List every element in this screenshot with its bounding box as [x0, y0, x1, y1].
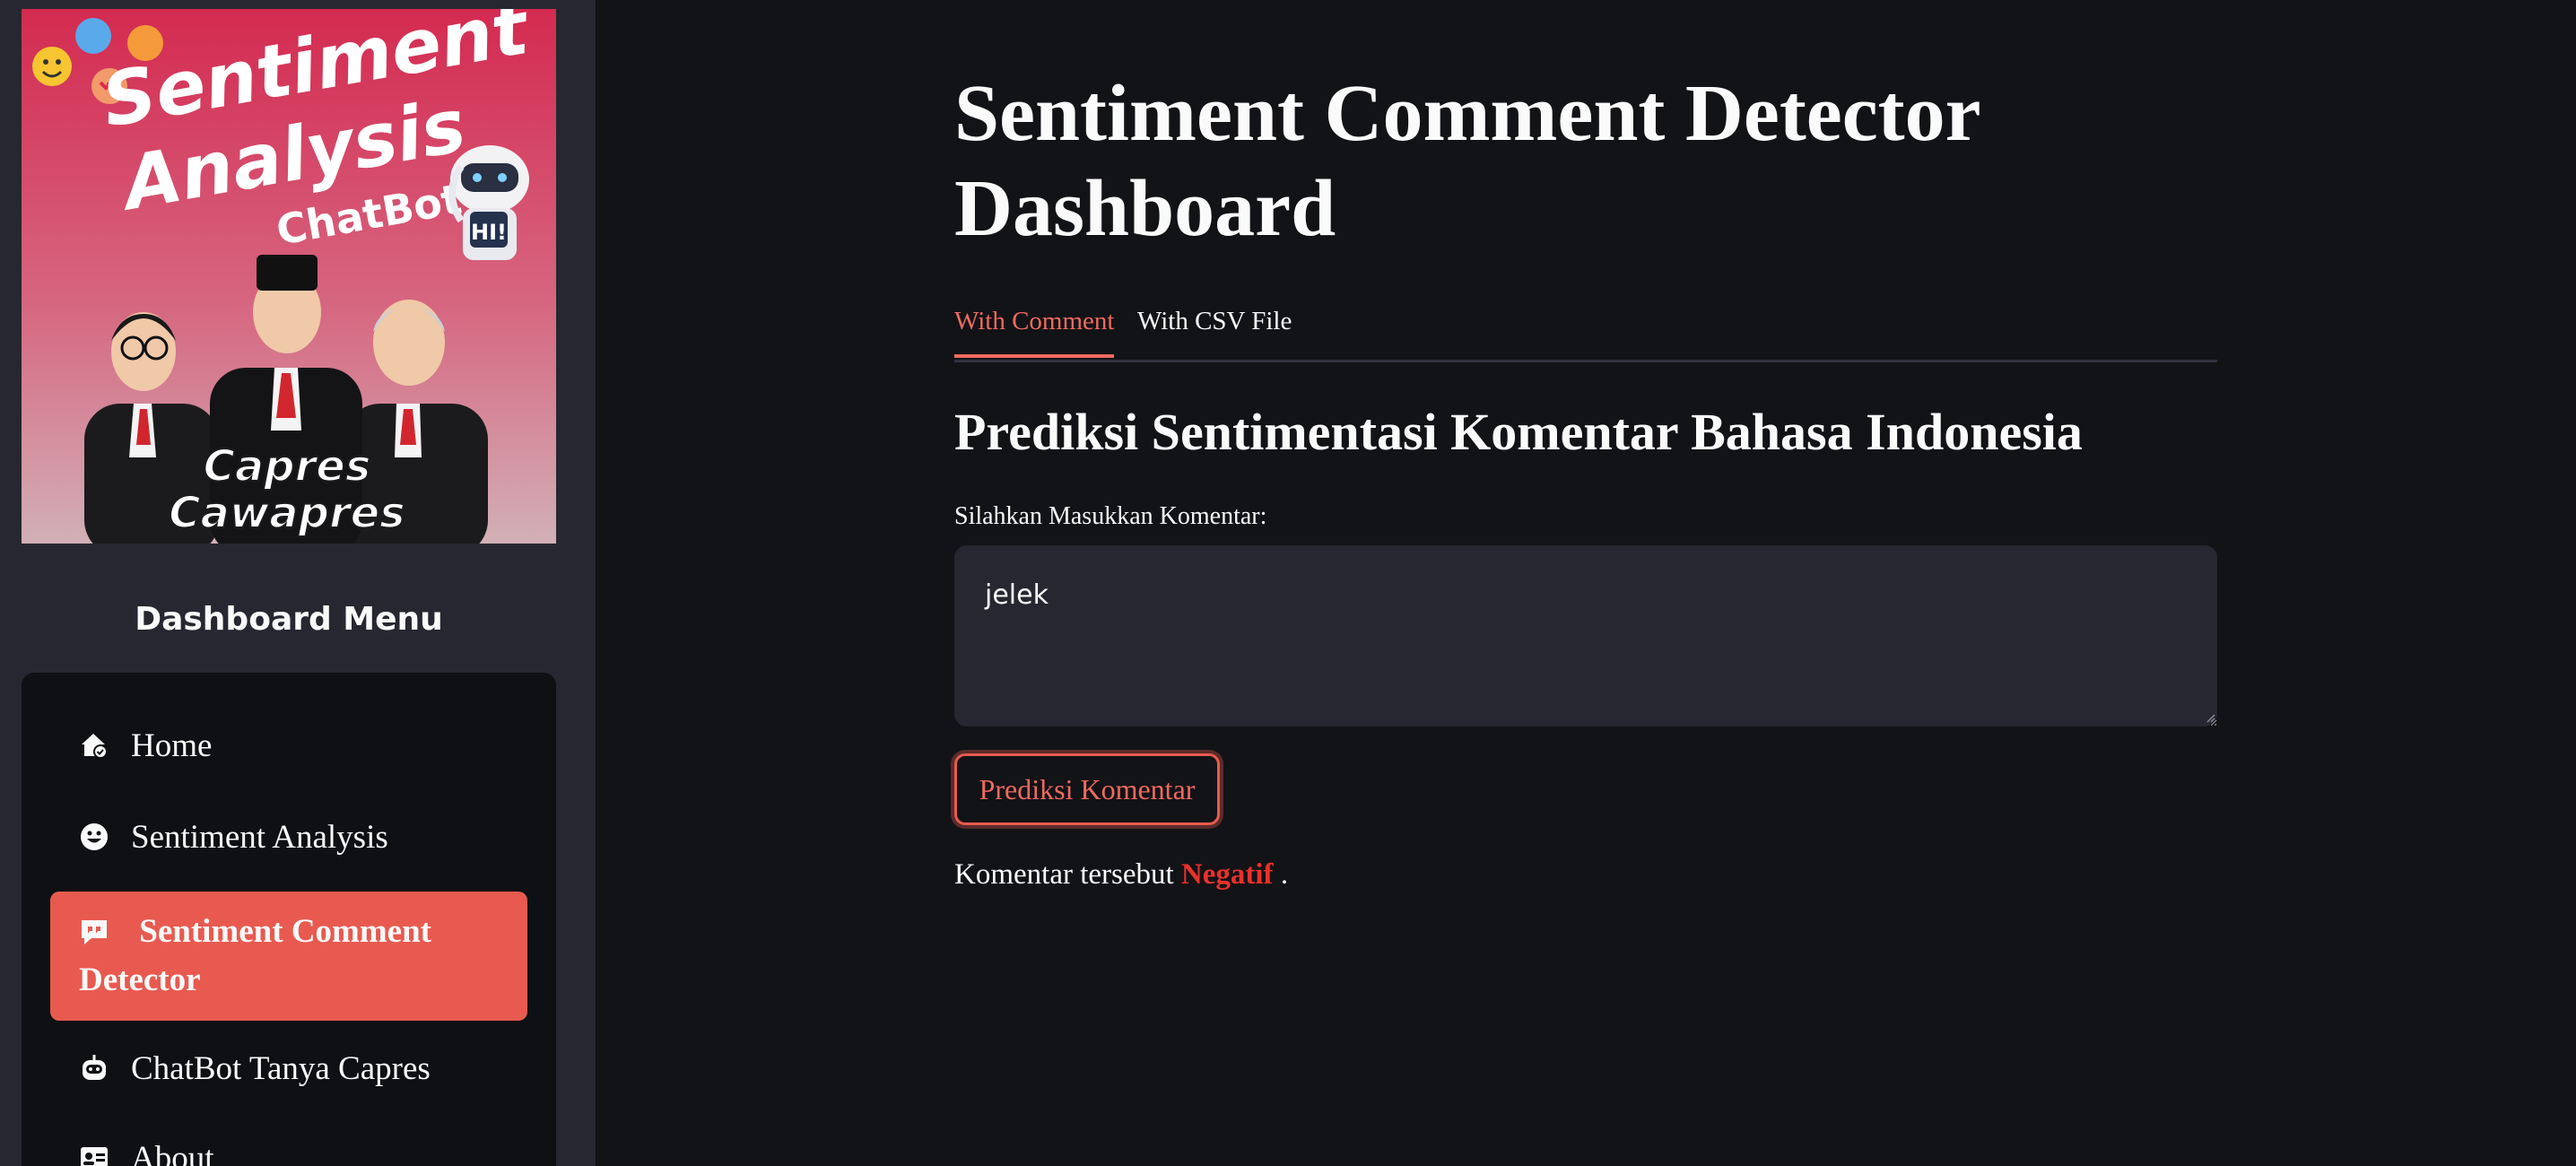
id-card-icon — [79, 1143, 109, 1166]
comment-quote-icon — [79, 917, 109, 947]
menu-item-sentiment-analysis[interactable]: Sentiment Analysis — [50, 807, 527, 866]
result-sentiment: Negatif — [1180, 858, 1274, 891]
robot-icon — [79, 1053, 109, 1083]
result-suffix: . — [1280, 858, 1289, 891]
comment-input[interactable]: jelek — [954, 545, 2217, 727]
smile-icon — [79, 822, 109, 852]
robot-hi-text: HI! — [471, 220, 507, 245]
dashboard-menu: Home Sentiment Analysis Sentiment Commen… — [22, 673, 556, 1166]
menu-item-sentiment-comment-detector[interactable]: Sentiment Comment Detector — [50, 892, 527, 1021]
menu-item-label: About — [131, 1139, 214, 1166]
prediction-result: Komentar tersebut Negatif . — [954, 858, 1288, 892]
resize-grip-icon[interactable] — [2205, 712, 2215, 723]
tab-bar: With Comment With CSV File — [954, 303, 2217, 362]
house-icon — [79, 730, 109, 761]
main-content: Sentiment Comment Detector Dashboard Wit… — [596, 0, 2576, 1166]
dashboard-menu-title: Dashboard Menu — [135, 601, 443, 638]
menu-item-about[interactable]: About — [50, 1128, 527, 1166]
menu-item-label: Home — [131, 727, 213, 764]
result-prefix: Komentar tersebut — [954, 858, 1174, 891]
page-title: Sentiment Comment Detector Dashboard — [954, 69, 1980, 253]
poster-caption-line1: Capres — [204, 441, 371, 492]
menu-item-label: Sentiment Analysis — [131, 818, 388, 856]
poster-caption-line2: Cawapres — [169, 488, 405, 538]
section-heading: Prediksi Sentimentasi Komentar Bahasa In… — [954, 403, 2083, 461]
tab-with-comment[interactable]: With Comment — [954, 307, 1115, 358]
sentiment-analysis-poster: Sentiment Analysis ChatBot HI! Capres Ca… — [22, 9, 556, 544]
menu-item-chatbot-tanya-capres[interactable]: ChatBot Tanya Capres — [50, 1039, 527, 1098]
tab-with-csv-file[interactable]: With CSV File — [1137, 307, 1292, 354]
sidebar: Sentiment Analysis ChatBot HI! Capres Ca… — [0, 0, 596, 1166]
menu-item-label: Sentiment Comment Detector — [79, 913, 432, 998]
menu-item-label: ChatBot Tanya Capres — [131, 1049, 431, 1087]
comment-input-label: Silahkan Masukkan Komentar: — [954, 502, 1267, 530]
predict-comment-button[interactable]: Prediksi Komentar — [954, 753, 1220, 825]
menu-item-home[interactable]: Home — [50, 716, 527, 775]
